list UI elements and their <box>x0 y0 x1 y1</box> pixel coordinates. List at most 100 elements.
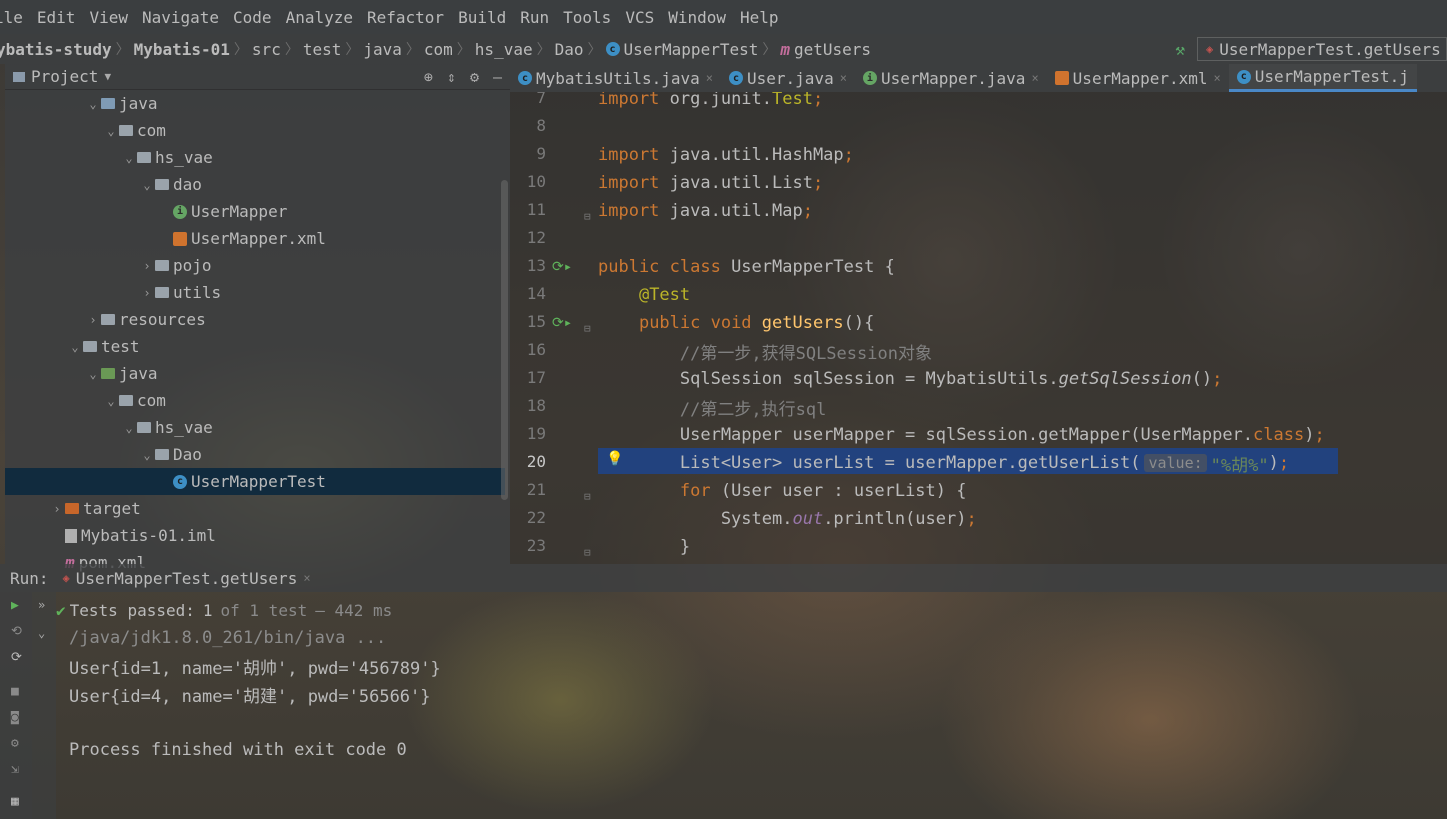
chevron-down-icon[interactable]: ⌄ <box>103 394 119 408</box>
close-icon[interactable]: × <box>840 71 847 85</box>
code-editor[interactable]: 7 8 9 10 11 12 13 14 15 16 17 18 19 20 21 22 23 ⟳▸ ⟳▸ 💡 … <box>510 92 1447 564</box>
menu-vcs[interactable]: VCS <box>625 8 654 27</box>
menu-tools[interactable]: Tools <box>563 8 611 27</box>
gear-icon[interactable]: ⚙ <box>470 68 479 86</box>
breadcrumb-com[interactable]: com <box>424 40 453 59</box>
tree-item[interactable]: ⌄ test <box>5 333 505 360</box>
breadcrumb-class[interactable]: c UserMapperTest <box>605 40 758 59</box>
tree-item[interactable]: ⌄ hs_vae <box>5 414 505 441</box>
project-scrollbar[interactable] <box>501 180 508 500</box>
stop-icon[interactable]: ■ <box>11 684 19 699</box>
tab-usermappertest[interactable]: c UserMapperTest.j <box>1228 64 1417 92</box>
chevron-right-icon[interactable]: › <box>85 313 101 327</box>
console-line: /java/jdk1.8.0_261/bin/java ... <box>69 628 387 648</box>
chevron-right-icon[interactable]: › <box>49 502 65 516</box>
rerun-failed-icon[interactable]: ⟲ <box>11 624 22 639</box>
chevron-down-icon[interactable]: ⌄ <box>67 340 83 354</box>
fold-icon[interactable]: ⊟ <box>584 322 591 335</box>
close-icon[interactable]: × <box>706 71 713 85</box>
chevron-down-icon[interactable]: ⌄ <box>139 448 155 462</box>
toggle-auto-test-icon[interactable]: ⟳ <box>11 650 22 665</box>
settings-icon[interactable]: ⚙ <box>11 736 19 751</box>
camera-icon[interactable]: ◙ <box>11 710 19 725</box>
tree-item[interactable]: ⌄ com <box>5 117 505 144</box>
tree-item[interactable]: ⌄ Dao <box>5 441 505 468</box>
close-icon[interactable]: × <box>1214 71 1221 85</box>
tab-user[interactable]: c User.java × <box>721 64 855 92</box>
tab-usermapper-xml[interactable]: UserMapper.xml × <box>1047 64 1229 92</box>
layout-icon[interactable]: ▦ <box>11 794 19 809</box>
code-line: SqlSession sqlSession = MybatisUtils. get… <box>598 369 1223 389</box>
breadcrumb-module[interactable]: Mybatis-01 <box>134 40 230 59</box>
menu-edit[interactable]: Edit <box>37 8 76 27</box>
tree-item[interactable]: ⌄ com <box>5 387 505 414</box>
folder-icon <box>137 422 151 433</box>
tab-mybatisutils[interactable]: c MybatisUtils.java × <box>510 64 721 92</box>
fold-icon[interactable]: ⊟ <box>584 546 591 559</box>
interface-icon: i <box>173 204 187 219</box>
menu-help[interactable]: Help <box>740 8 779 27</box>
menu-build[interactable]: Build <box>458 8 506 27</box>
tab-usermapper[interactable]: i UserMapper.java × <box>855 64 1047 92</box>
export-icon[interactable]: ⇲ <box>11 762 19 777</box>
tree-item[interactable]: › pojo <box>5 252 505 279</box>
run-configuration-selector[interactable]: ◈ UserMapperTest.getUsers <box>1197 37 1447 61</box>
breadcrumb-method[interactable]: m getUsers <box>780 40 871 59</box>
tree-item[interactable]: i UserMapper <box>5 198 505 225</box>
collapse-all-icon[interactable]: ⇕ <box>447 68 456 86</box>
fold-icon[interactable]: ⊟ <box>584 210 591 223</box>
breadcrumb: ybatis-study 〉 Mybatis-01 〉 src 〉 test 〉… <box>0 34 1447 64</box>
breadcrumb-hs-vae[interactable]: hs_vae <box>475 40 533 59</box>
line-number: 20 <box>526 452 546 471</box>
run-tab[interactable]: ◈ UserMapperTest.getUsers × <box>63 569 311 588</box>
fold-icon[interactable]: ⊟ <box>584 490 591 503</box>
chevron-down-icon[interactable]: ▼ <box>104 70 111 83</box>
chevron-down-icon[interactable]: ⌄ <box>103 124 119 138</box>
run-test-icon[interactable]: ⟳▸ <box>552 259 572 275</box>
menu-view[interactable]: View <box>89 8 128 27</box>
parameter-hint: value: <box>1144 454 1207 472</box>
breadcrumb-java[interactable]: java <box>363 40 402 59</box>
chevron-down-icon[interactable]: ⌄ <box>85 367 101 381</box>
tree-item[interactable]: Mybatis-01.iml <box>5 522 505 549</box>
menu-file[interactable]: ile <box>0 8 23 27</box>
chevron-down-icon[interactable]: ⌄ <box>85 97 101 111</box>
chevron-down-icon[interactable]: ⌄ <box>38 626 45 640</box>
minimize-icon[interactable]: — <box>493 68 502 86</box>
chevron-down-icon[interactable]: ⌄ <box>121 151 137 165</box>
menu-run[interactable]: Run <box>520 8 549 27</box>
locate-icon[interactable]: ⊕ <box>424 68 433 86</box>
chevron-down-icon[interactable]: ⌄ <box>121 421 137 435</box>
chevron-right-icon[interactable]: » <box>38 598 45 612</box>
rerun-icon[interactable]: ▶ <box>11 598 19 613</box>
chevron-right-icon[interactable]: › <box>139 259 155 273</box>
check-icon: ✔ <box>56 600 66 620</box>
menu-window[interactable]: Window <box>668 8 726 27</box>
tree-item[interactable]: UserMapper.xml <box>5 225 505 252</box>
chevron-down-icon[interactable]: ⌄ <box>139 178 155 192</box>
tree-item[interactable]: › utils <box>5 279 505 306</box>
menu-refactor[interactable]: Refactor <box>367 8 444 27</box>
breadcrumb-src[interactable]: src <box>252 40 281 59</box>
run-label: Run: <box>10 568 49 588</box>
console-output[interactable]: /java/jdk1.8.0_261/bin/java ... User{id=… <box>56 624 1447 819</box>
tree-item[interactable]: ⌄ hs_vae <box>5 144 505 171</box>
tree-item[interactable]: ⌄ java <box>5 90 505 117</box>
tree-item[interactable]: › resources <box>5 306 505 333</box>
hammer-icon[interactable]: ⚒ <box>1175 40 1185 59</box>
breadcrumb-project[interactable]: ybatis-study <box>0 40 112 59</box>
breadcrumb-test[interactable]: test <box>303 40 342 59</box>
chevron-right-icon[interactable]: › <box>139 286 155 300</box>
tree-item[interactable]: ⌄ java <box>5 360 505 387</box>
menu-analyze[interactable]: Analyze <box>286 8 353 27</box>
project-title[interactable]: Project <box>31 67 98 86</box>
tree-item[interactable]: ⌄ dao <box>5 171 505 198</box>
tree-item[interactable]: › target <box>5 495 505 522</box>
menu-navigate[interactable]: Navigate <box>142 8 219 27</box>
tree-item[interactable]: c UserMapperTest <box>5 468 505 495</box>
close-icon[interactable]: × <box>1031 71 1038 85</box>
menu-code[interactable]: Code <box>233 8 272 27</box>
close-icon[interactable]: × <box>303 571 310 585</box>
breadcrumb-dao[interactable]: Dao <box>555 40 584 59</box>
run-test-icon[interactable]: ⟳▸ <box>552 315 572 331</box>
